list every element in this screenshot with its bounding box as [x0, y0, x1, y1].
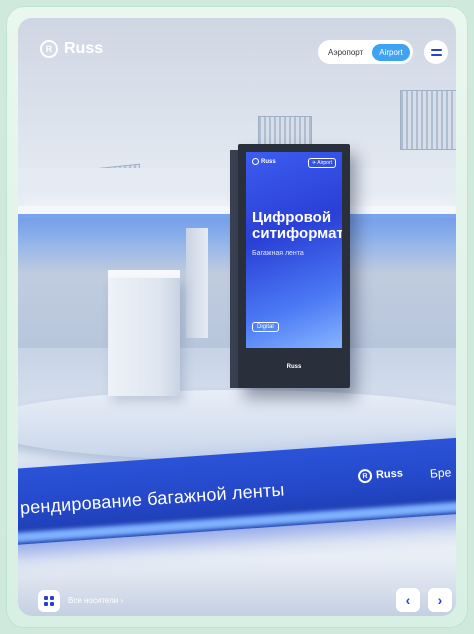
brand-name: Russ — [64, 40, 104, 57]
hero-card: Russ ✈ Airport Цифровой ситиформат Багаж… — [18, 18, 456, 616]
banner-logo-text: Russ — [375, 467, 404, 482]
next-button[interactable]: › — [428, 588, 452, 612]
menu-button[interactable] — [424, 40, 448, 64]
brand-logo[interactable]: R Russ — [40, 40, 103, 58]
scene-box — [108, 278, 180, 396]
all-media-link[interactable]: Все носители › — [68, 596, 123, 605]
hamburger-icon-line — [430, 53, 442, 56]
floor-shade — [18, 558, 456, 616]
chevron-right-icon: › — [437, 592, 443, 608]
kiosk-screen: Russ ✈ Airport Цифровой ситиформат Багаж… — [246, 152, 342, 348]
kiosk-logo-text: Russ — [261, 158, 276, 165]
scene-vent-right — [400, 90, 456, 150]
lang-option-en[interactable]: Airport — [372, 43, 410, 61]
prev-button[interactable]: ‹ — [396, 588, 420, 612]
russ-logo-icon: R — [40, 40, 58, 58]
kiosk-logo: Russ — [252, 158, 276, 165]
language-switch[interactable]: Аэропорт Airport — [318, 40, 413, 64]
chevron-left-icon: ‹ — [405, 592, 411, 608]
kiosk-badge: Digital — [252, 322, 279, 332]
kiosk-tag: ✈ Airport — [307, 158, 336, 168]
hamburger-icon-line — [430, 48, 442, 51]
banner-text-more: Бре — [429, 465, 452, 481]
kiosk-base: Russ — [246, 352, 342, 382]
lang-option-ru[interactable]: Аэропорт — [321, 44, 370, 61]
russ-logo-icon — [252, 158, 259, 165]
all-media-button[interactable] — [38, 590, 60, 612]
kiosk-base-logo: Russ — [286, 364, 302, 370]
russ-logo-icon: R — [357, 468, 373, 484]
grid-icon — [44, 596, 54, 606]
scene-pillar — [186, 228, 208, 338]
kiosk-subtitle: Багажная лента — [252, 250, 304, 257]
kiosk-title: Цифровой ситиформат — [252, 209, 342, 242]
